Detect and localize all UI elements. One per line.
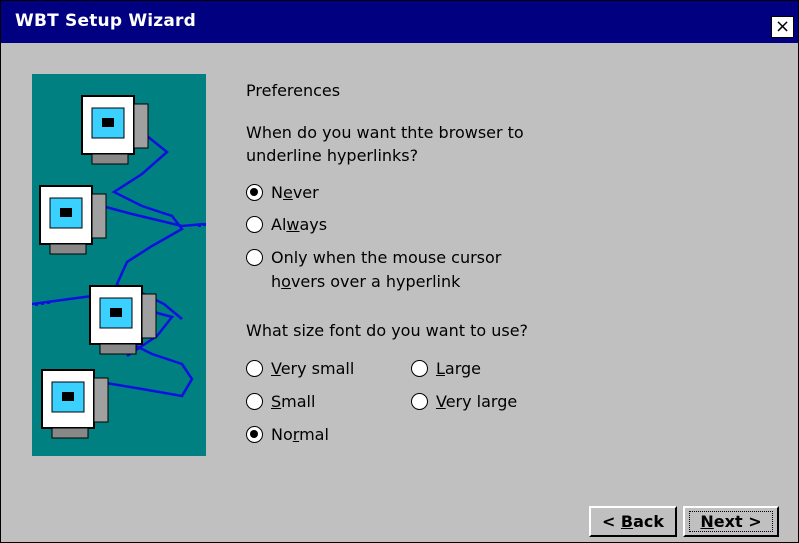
next-button-focus-ring (689, 511, 773, 532)
computer-icon-2 (39, 185, 107, 255)
radio-on-hover-indicator[interactable] (246, 249, 263, 266)
computer-icon-4 (41, 369, 109, 439)
back-button[interactable]: < Back (589, 506, 677, 537)
radio-very-small-label: Very small (271, 359, 355, 378)
radio-on-hover-label: Only when the mouse cursor hovers over a… (271, 246, 501, 294)
radio-never[interactable]: Never (246, 181, 319, 205)
window-title: WBT Setup Wizard (15, 11, 197, 31)
radio-very-large-label: Very large (436, 392, 518, 411)
network-illustration-graphic (31, 95, 206, 439)
radio-very-small-indicator[interactable] (246, 360, 263, 377)
radio-large-indicator[interactable] (411, 360, 428, 377)
radio-on-hover-label-line2: hovers over a hyperlink (271, 272, 461, 291)
radio-never-label: Never (271, 183, 319, 202)
radio-large-label: Large (436, 359, 482, 378)
setup-wizard-window: WBT Setup Wizard × Preferences When do y… (0, 0, 799, 543)
radio-very-small[interactable]: Very small (246, 357, 354, 381)
back-button-label: < Back (601, 512, 665, 531)
radio-normal[interactable]: Normal (246, 423, 329, 447)
radio-large[interactable]: Large (411, 357, 481, 381)
radio-never-indicator[interactable] (246, 184, 263, 201)
underline-question-line1: When do you want thte browser to (246, 123, 524, 142)
radio-very-large-indicator[interactable] (411, 393, 428, 410)
next-button[interactable]: Next > (683, 506, 779, 537)
radio-very-large[interactable]: Very large (411, 390, 517, 414)
title-bar[interactable]: WBT Setup Wizard × (1, 1, 798, 43)
radio-always[interactable]: Always (246, 213, 327, 237)
close-icon: × (774, 16, 791, 37)
underline-question-line2: underline hyperlinks? (246, 146, 419, 165)
radio-small-label: Small (271, 392, 316, 411)
radio-on-hover-label-line1: Only when the mouse cursor (271, 248, 502, 267)
radio-always-label: Always (271, 215, 328, 234)
close-button[interactable]: × (771, 16, 794, 38)
radio-normal-label: Normal (271, 425, 329, 444)
radio-small[interactable]: Small (246, 390, 315, 414)
networked-computers-illustration (31, 74, 206, 456)
radio-always-indicator[interactable] (246, 216, 263, 233)
radio-normal-indicator[interactable] (246, 426, 263, 443)
font-size-question: What size font do you want to use? (246, 321, 529, 340)
preferences-heading: Preferences (246, 81, 341, 100)
computer-icon-1 (81, 95, 149, 165)
radio-on-hover[interactable]: Only when the mouse cursor hovers over a… (246, 246, 501, 294)
radio-small-indicator[interactable] (246, 393, 263, 410)
